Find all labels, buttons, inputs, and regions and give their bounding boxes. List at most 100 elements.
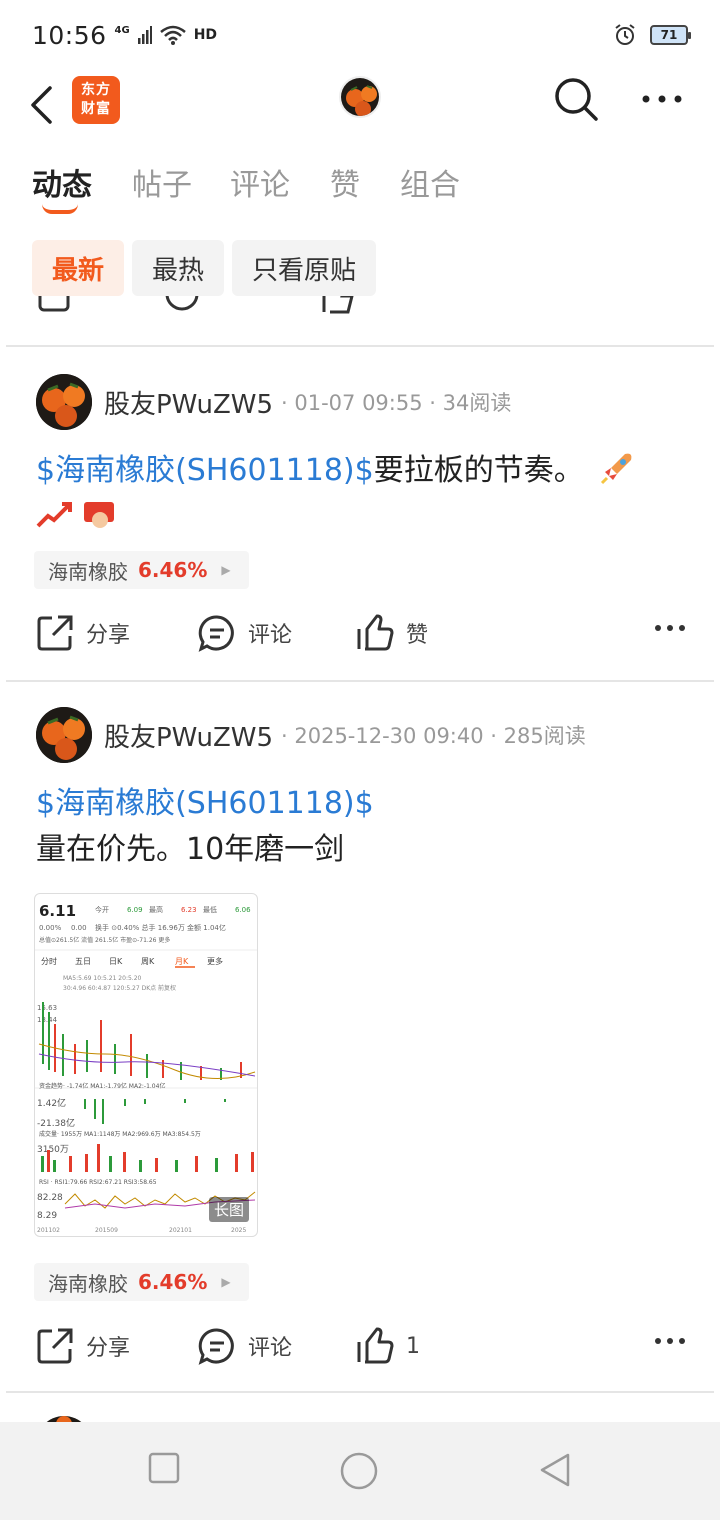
system-back-button[interactable]: [538, 1452, 572, 1492]
chart-rsi-top: 82.28: [37, 1193, 63, 1203]
chart-ma-row2: 30:4.96 60:4.87 120:5.27 DK点 前复权: [63, 984, 176, 992]
user-avatar[interactable]: [36, 707, 92, 763]
post-text: 量在价先。10年磨一剑: [36, 832, 345, 867]
persimmon-avatar-image: [36, 374, 92, 430]
previous-post-actions-clipped: [0, 296, 720, 326]
profile-avatar[interactable]: [339, 76, 381, 118]
chart-period-tab: 更多: [207, 956, 223, 966]
chart-rsi-bottom: 8.29: [37, 1211, 57, 1221]
tab-comments[interactable]: 评论: [230, 160, 290, 204]
recent-apps-button[interactable]: [148, 1452, 180, 1488]
comment-icon: [198, 1328, 234, 1365]
stock-tag[interactable]: 海南橡胶 6.46% ▶: [34, 551, 249, 589]
username[interactable]: 股友PWuZW5: [104, 717, 273, 754]
filter-latest[interactable]: 最新: [32, 240, 125, 296]
fund-flow-bars: [84, 1099, 226, 1124]
comment-button[interactable]: 评论: [198, 1327, 292, 1365]
user-avatar[interactable]: [36, 374, 92, 430]
network-type: 4G: [114, 25, 130, 36]
chart-high: 6.23: [181, 906, 197, 914]
chart-x-label: 2025: [231, 1227, 246, 1234]
filter-original-only[interactable]: 只看原贴: [232, 240, 377, 296]
chart-period-tab: 月K: [175, 957, 189, 966]
share-button[interactable]: 分享: [36, 1327, 130, 1365]
chart-x-label: 201509: [95, 1227, 118, 1234]
chart-low-label: 最低: [203, 905, 217, 914]
share-label: 分享: [86, 623, 131, 648]
chart-row3: 总值⊙261.5亿 流值 261.5亿 市盈⊙-71.26 更多: [39, 936, 170, 944]
persimmon-avatar-image: [341, 78, 379, 116]
stock-tag-name: 海南橡胶: [48, 1271, 128, 1296]
post-card[interactable]: 股友PWuZW5 · 2025-12-30 09:40 · 285阅读 $海南橡…: [0, 681, 720, 1391]
triangle-back-icon: [540, 1453, 570, 1487]
post-more-button[interactable]: [654, 1331, 686, 1355]
more-dots-icon: [655, 1338, 685, 1344]
stock-tag-change: 6.46%: [138, 558, 208, 582]
post-meta: · 01-07 09:55 · 34阅读: [281, 391, 512, 415]
chart-volume-label: 成交量· 1955万 MA1:1148万 MA2:969.6万 MA3:854.…: [39, 1130, 201, 1138]
chart-low: 6.06: [235, 906, 251, 914]
signal-icon: [137, 26, 152, 44]
post-card[interactable]: 股友PWuZW5 · 01-07 09:55 · 34阅读 $海南橡胶(SH60…: [0, 346, 720, 680]
home-button[interactable]: [340, 1452, 378, 1494]
kline-chart-image: 6.11 今开 6.09 最高 6.23 最低 6.06 0.00% 0.00 …: [35, 902, 257, 1234]
chart-y-top: 15.63: [37, 1004, 57, 1012]
eastmoney-logo[interactable]: 东方 财富: [72, 76, 120, 124]
post-image-kline-chart[interactable]: 6.11 今开 6.09 最高 6.23 最低 6.06 0.00% 0.00 …: [34, 893, 258, 1237]
more-dots-icon: [642, 95, 682, 103]
share-icon: [37, 615, 73, 651]
like-icon: [322, 296, 354, 314]
circle-icon: [340, 1452, 378, 1490]
post-more-button[interactable]: [654, 618, 686, 642]
chart-period-tab: 分时: [41, 956, 57, 966]
stock-link[interactable]: $海南橡胶(SH601118)$: [36, 786, 374, 821]
search-icon: [555, 78, 598, 121]
comment-button[interactable]: 评论: [198, 614, 292, 652]
triangle-right-icon: ▶: [221, 1275, 231, 1289]
tab-dynamic[interactable]: 动态: [32, 160, 92, 204]
brand-line-1: 东方: [81, 82, 111, 98]
top-nav-bar: 东方 财富: [0, 70, 720, 140]
wifi-icon: [159, 25, 186, 45]
share-label: 分享: [86, 1336, 131, 1361]
comment-label: 评论: [248, 623, 293, 648]
stock-tag-name: 海南橡胶: [48, 559, 128, 584]
hd-indicator: HD: [193, 27, 218, 43]
filter-chips: 最新 最热 只看原贴: [32, 240, 377, 296]
post-meta: · 2025-12-30 09:40 · 285阅读: [281, 724, 586, 748]
chart-row2: 换手 ⊙0.40% 总手 16.96万 金额 1.04亿: [95, 923, 226, 932]
triangle-right-icon: ▶: [221, 563, 231, 577]
chart-open-label: 今开: [95, 905, 109, 914]
tab-likes[interactable]: 赞: [330, 160, 360, 204]
comment-icon: [198, 615, 234, 652]
post-actions: 分享 评论 1: [36, 1327, 686, 1371]
chart-volume-value: 3150万: [37, 1145, 69, 1155]
share-icon: [38, 296, 70, 312]
chart-fund-label: 资金趋势· -1.74亿 MA1:-1.79亿 MA2:-1.04亿: [39, 1082, 165, 1090]
chart-high-label: 最高: [149, 905, 163, 914]
tab-portfolio[interactable]: 组合: [400, 160, 460, 204]
more-options-button[interactable]: [640, 84, 684, 114]
thumbs-up-icon: [357, 1327, 394, 1364]
battery-indicator: 71: [650, 25, 691, 45]
chart-x-label: 201102: [37, 1227, 60, 1234]
chart-period-tab: 五日: [75, 957, 91, 966]
post-text: 要拉板的节奏。: [373, 453, 584, 488]
chart-rsi-label: RSI · RSI1:79.66 RSI2:67.21 RSI3:58.65: [39, 1179, 157, 1186]
brand-line-2: 财富: [81, 101, 111, 117]
share-button[interactable]: 分享: [36, 614, 130, 652]
back-button[interactable]: [28, 80, 68, 130]
like-button[interactable]: 1: [356, 1327, 420, 1365]
kline-candles: [38, 1002, 256, 1080]
chart-price: 6.11: [39, 902, 76, 920]
divider: [6, 1391, 714, 1393]
stock-link[interactable]: $海南橡胶(SH601118)$: [36, 453, 374, 488]
more-dots-icon: [655, 625, 685, 631]
username[interactable]: 股友PWuZW5: [104, 384, 273, 421]
like-button[interactable]: 赞: [356, 614, 428, 652]
stock-tag[interactable]: 海南橡胶 6.46% ▶: [34, 1263, 249, 1301]
search-button[interactable]: [553, 76, 599, 122]
chart-x-label: 202101: [169, 1227, 192, 1234]
filter-hottest[interactable]: 最热: [132, 240, 225, 296]
tab-posts[interactable]: 帖子: [132, 160, 192, 204]
